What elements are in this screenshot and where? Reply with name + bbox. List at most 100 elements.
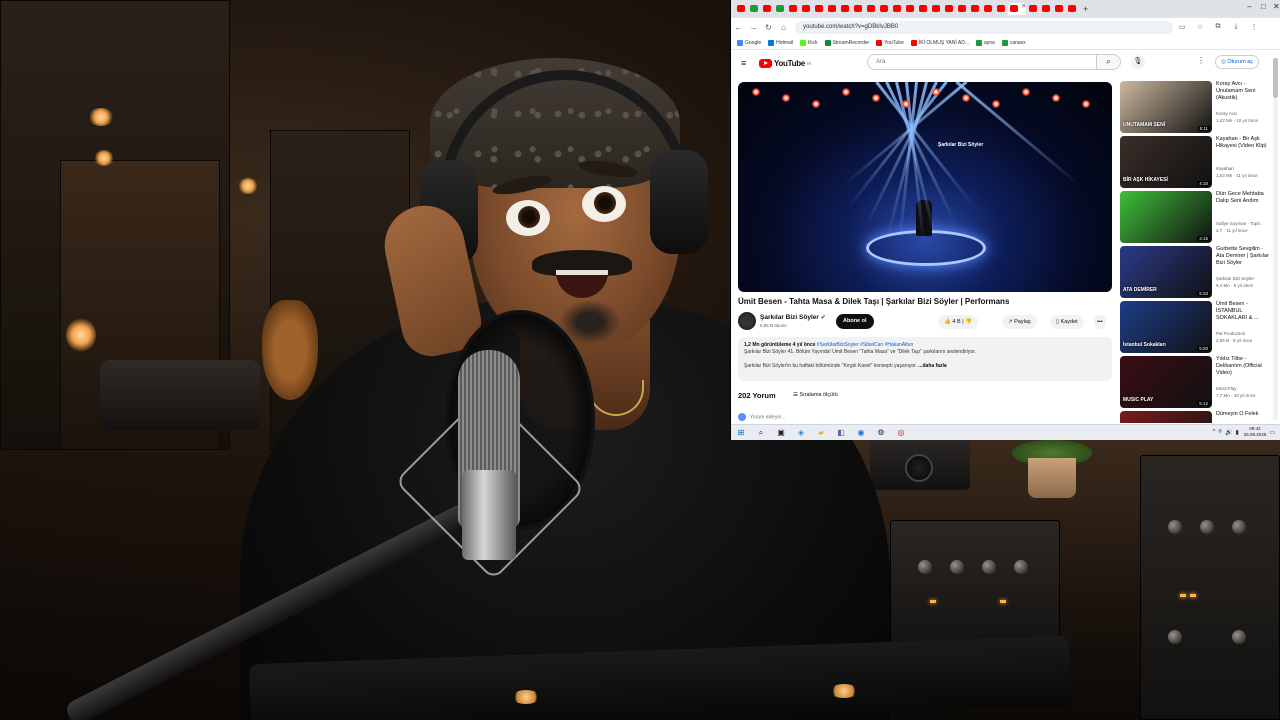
browser-tab[interactable] (787, 3, 799, 15)
browser-tab[interactable] (1053, 3, 1065, 15)
browser-tab[interactable] (917, 3, 929, 15)
browser-tab[interactable] (839, 3, 851, 15)
browser-tab[interactable] (943, 3, 955, 15)
add-comment-input[interactable]: Yorum ekleyin... (738, 413, 785, 421)
close-window-button[interactable]: ✕ (1273, 2, 1280, 11)
channel-avatar[interactable] (738, 312, 756, 330)
search-input[interactable]: Ara (867, 54, 1097, 70)
browser-tab[interactable] (735, 3, 747, 15)
chevron-up-icon[interactable]: ^ (1213, 429, 1216, 435)
recommended-video-channel[interactable]: Kayahan (1216, 166, 1270, 171)
network-icon[interactable]: ⌾ (1218, 429, 1222, 436)
browser-tab[interactable] (956, 3, 968, 15)
bookmark-item[interactable]: StreamRecorder (824, 39, 869, 46)
browser-tab[interactable] (1040, 3, 1052, 15)
extensions-icon[interactable]: ⧉ (1209, 23, 1227, 31)
recommended-video-title[interactable]: Koray Avcı - Unutamam Seni (Akustik) (1216, 81, 1270, 102)
youtube-logo[interactable]: YouTube TR (759, 58, 811, 68)
file-explorer-icon[interactable]: ▰ (815, 428, 827, 438)
notifications-icon[interactable]: ▭ (1269, 429, 1275, 436)
show-more-link[interactable]: ...daha fazla (918, 363, 946, 369)
browser-tab[interactable] (748, 3, 760, 15)
chrome-icon[interactable]: ◉ (855, 428, 867, 438)
browser-tab[interactable] (969, 3, 981, 15)
browser-tab[interactable] (774, 3, 786, 15)
browser-tab[interactable] (930, 3, 942, 15)
task-view-icon[interactable]: ▣ (775, 428, 787, 438)
browser-tab[interactable] (891, 3, 903, 15)
bookmark-item[interactable]: Kick (800, 39, 818, 46)
windows-start-icon[interactable]: ⊞ (735, 428, 747, 438)
teams-icon[interactable]: ◧ (835, 428, 847, 438)
channel-name[interactable]: Şarkılar Bizi Söyler ✔ (760, 314, 826, 321)
voice-search-icon[interactable]: 🎙 (1131, 55, 1145, 69)
description-hashtags[interactable]: #SarkilarBiziSoyler #SibelCan #HakanAltu… (817, 342, 913, 348)
bookmark-item[interactable]: canaxx (1001, 39, 1026, 46)
recommended-video[interactable]: ATA DEMİRER 5:33 Gurbette Sevgilim - Ata D… (1120, 246, 1270, 301)
reload-icon[interactable]: ↻ (761, 23, 776, 32)
recommended-video-title[interactable]: Kayahan - Bir Aşk Hikayesi (Video Klip) (1216, 136, 1270, 150)
scrollbar-thumb[interactable] (1273, 58, 1278, 98)
menu-icon[interactable]: ⋮ (1245, 23, 1263, 31)
bookmark-item[interactable]: YouTube (876, 39, 904, 46)
clock[interactable]: 09:42 26.08.2025 (1244, 426, 1267, 438)
browser-tab[interactable] (1066, 3, 1078, 15)
video-thumbnail[interactable]: İstanbul Sokakları 5:20 (1120, 301, 1212, 353)
recommended-video[interactable]: UNUTAMAM SENİ 5:11 Koray Avcı - Unutamam S… (1120, 81, 1270, 136)
recommended-video-title[interactable]: Dümeyin O Felek (1216, 411, 1270, 418)
browser-tab[interactable] (813, 3, 825, 15)
bookmark-item[interactable]: Hotmail (768, 39, 793, 46)
description-box[interactable]: 1,2 Mn görüntüleme 4 yıl önce #SarkilarB… (738, 337, 1112, 381)
video-thumbnail[interactable]: ATA DEMİRER 5:33 (1120, 246, 1212, 298)
copilot-icon[interactable]: ◈ (795, 428, 807, 438)
sign-in-button[interactable]: ◎ Oturum aç (1215, 55, 1260, 69)
recommended-video[interactable]: MUSIC PLAY 5:12 Yıldız Tilbe - Delikanlım … (1120, 356, 1270, 411)
minimize-button[interactable]: – (1247, 2, 1251, 11)
subscribe-button[interactable]: Abone ol (836, 314, 874, 329)
video-thumbnail[interactable]: UNUTAMAM SENİ 5:11 (1120, 81, 1212, 133)
browser-tab[interactable] (982, 3, 994, 15)
hamburger-menu-icon[interactable]: ≡ (741, 58, 755, 68)
close-tab-icon[interactable]: × (1022, 3, 1026, 10)
forward-arrow-icon[interactable]: → (746, 23, 761, 32)
browser-tab[interactable] (852, 3, 864, 15)
recommended-video-channel[interactable]: Safiye Soyman - Topic (1216, 221, 1270, 226)
browser-tab[interactable] (1027, 3, 1039, 15)
video-thumbnail[interactable]: MUSIC PLAY 5:12 (1120, 356, 1212, 408)
browser-tab[interactable] (865, 3, 877, 15)
recommended-video-channel[interactable]: Koray Avcı (1216, 111, 1270, 116)
home-icon[interactable]: ⌂ (776, 23, 791, 32)
recommended-video-title[interactable]: Dün Gece Mehtaba Dalıp Seni Andım (1216, 191, 1270, 205)
like-button[interactable]: 👍 4 B | 👎 (938, 315, 978, 329)
share-button[interactable]: ↗ Paylaş (1002, 315, 1037, 329)
video-thumbnail[interactable] (1120, 411, 1212, 423)
browser-tab[interactable] (761, 3, 773, 15)
video-player[interactable]: Şarkılar Bizi Söyler (738, 82, 1112, 292)
volume-icon[interactable]: 🔊 (1225, 429, 1232, 436)
recommended-video[interactable]: Dümeyin O Felek (1120, 411, 1270, 423)
back-arrow-icon[interactable]: ← (731, 23, 746, 32)
settings-icon[interactable]: ⚙ (875, 428, 887, 438)
maximize-button[interactable]: □ (1261, 2, 1266, 11)
video-thumbnail[interactable]: 3:15 (1120, 191, 1212, 243)
recommended-video-title[interactable]: Yıldız Tilbe - Delikanlım (Official Vide… (1216, 356, 1270, 377)
battery-icon[interactable]: ▮ (1235, 429, 1238, 436)
recommended-video-channel[interactable]: Şarkılar Bizi Söyler (1216, 276, 1270, 281)
page-scrollbar[interactable] (1273, 58, 1278, 420)
browser-tab[interactable]: × (1008, 3, 1026, 15)
search-icon[interactable]: ⌕ (1097, 54, 1121, 70)
recommended-video-title[interactable]: Gurbette Sevgilim - Ata Demirer | Şarkıl… (1216, 246, 1270, 267)
new-tab-button[interactable]: + (1083, 4, 1088, 14)
recommended-video[interactable]: 3:15 Dün Gece Mehtaba Dalıp Seni Andım Saf… (1120, 191, 1270, 246)
recommended-video-channel[interactable]: Pai Production (1216, 331, 1270, 336)
bookmark-item[interactable]: ayna (975, 39, 995, 46)
browser-tab[interactable] (878, 3, 890, 15)
video-thumbnail[interactable]: BİR AŞK HİKAYESİ 4:10 (1120, 136, 1212, 188)
thumbs-down-icon[interactable]: | 👎 (962, 319, 972, 325)
cast-icon[interactable]: ▭ (1173, 23, 1191, 31)
download-icon[interactable]: ⤓ (1227, 23, 1245, 31)
url-input[interactable]: youtube.com/watch?v=gDBkIvJBB0 (795, 20, 1173, 34)
search-icon[interactable]: ⌕ (755, 428, 767, 438)
recommended-video[interactable]: İstanbul Sokakları 5:20 Ümit Besen - İSTAN… (1120, 301, 1270, 356)
browser-tab[interactable] (995, 3, 1007, 15)
